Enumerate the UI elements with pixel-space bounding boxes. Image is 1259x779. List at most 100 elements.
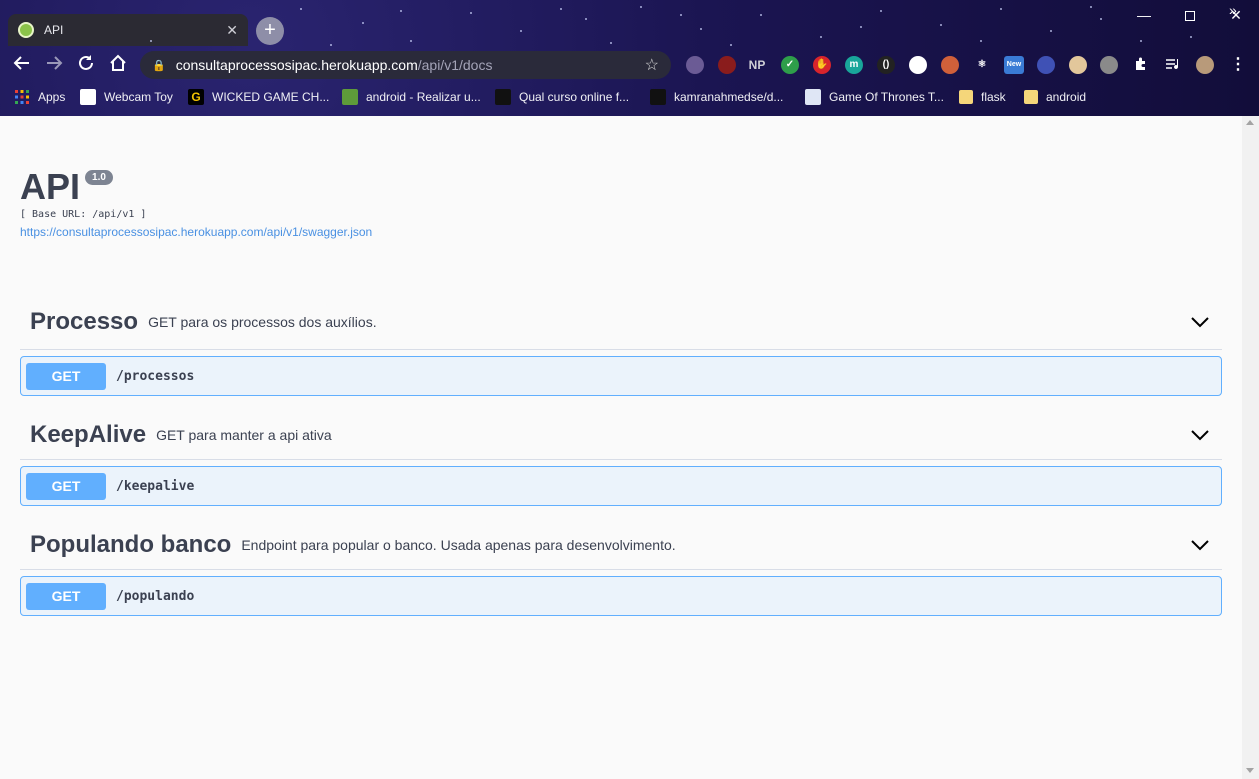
star-decoration — [700, 28, 702, 30]
chevron-down-icon[interactable] — [1188, 310, 1212, 334]
bookmark-label: WICKED GAME CH... — [212, 90, 330, 104]
star-decoration — [1140, 40, 1142, 42]
bookmark-label: android — [1046, 90, 1087, 104]
star-decoration — [1100, 18, 1102, 20]
reload-icon — [79, 55, 93, 70]
back-arrow-icon — [13, 56, 29, 70]
purple-orb-icon[interactable] — [686, 56, 704, 74]
tag-header[interactable]: Processo GET para os processos dos auxíli… — [20, 294, 1222, 350]
star-decoration — [860, 26, 862, 28]
swagger-json-link[interactable]: https://consultaprocessosipac.herokuapp.… — [20, 225, 372, 239]
close-tab-icon[interactable]: ✕ — [226, 22, 238, 39]
react-extension-icon[interactable]: ⚛ — [973, 56, 991, 74]
bookmark-item[interactable]: Webcam Toy — [80, 86, 173, 108]
bookmark-item[interactable]: Apps — [14, 86, 65, 108]
media-queue-icon[interactable] — [1164, 56, 1182, 74]
chevron-down-icon[interactable] — [1188, 423, 1212, 447]
star-decoration — [520, 30, 522, 32]
github-icon — [650, 89, 666, 105]
tag-description: GET para manter a api ativa — [156, 426, 332, 443]
translate-icon — [805, 89, 821, 105]
apps-grid-icon — [14, 89, 30, 105]
bookmark-label: Webcam Toy — [104, 90, 173, 104]
tag-header[interactable]: Populando banco Endpoint para popular o b… — [20, 520, 1222, 570]
tag-description: Endpoint para popular o banco. Usada ape… — [241, 536, 676, 553]
star-decoration — [1050, 30, 1052, 32]
star-decoration — [150, 40, 152, 42]
bookmark-label: Game Of Thrones T... — [829, 90, 944, 104]
bookmarks-overflow-icon[interactable]: » — [1229, 2, 1237, 18]
version-badge: 1.0 — [85, 170, 113, 185]
forward-button[interactable] — [42, 54, 66, 78]
home-button[interactable] — [106, 54, 130, 78]
tag-header[interactable]: KeepAlive GET para manter a api ativa — [20, 410, 1222, 460]
back-button[interactable] — [10, 54, 34, 78]
bracket-extension-icon[interactable]: () — [877, 56, 895, 74]
clock-extension-icon[interactable] — [909, 56, 927, 74]
scroll-up-arrow-icon[interactable] — [1246, 120, 1254, 125]
maximize-icon — [1185, 11, 1195, 22]
new-extension-icon[interactable]: New — [1004, 56, 1024, 74]
api-title-block: API 1.0 — [20, 166, 113, 208]
bookmark-item[interactable]: G WICKED GAME CH... — [188, 86, 329, 108]
bookmark-item[interactable]: Game Of Thrones T... — [805, 86, 944, 108]
profile-avatar-icon[interactable] — [1196, 56, 1214, 74]
star-decoration — [585, 18, 587, 20]
star-decoration — [1000, 8, 1002, 10]
star-decoration — [980, 40, 982, 42]
browser-menu-icon[interactable]: ⋮ — [1229, 56, 1247, 74]
star-decoration — [760, 14, 762, 16]
shield-check-icon[interactable]: ✓ — [781, 56, 799, 74]
operation-row[interactable]: GET/processos — [20, 356, 1222, 396]
http-method-badge: GET — [26, 362, 106, 390]
new-tab-button[interactable]: + — [256, 17, 284, 45]
bookmark-label: Apps — [38, 90, 66, 104]
star-decoration — [1090, 6, 1092, 8]
tag-section: Populando banco Endpoint para popular o b… — [20, 520, 1222, 616]
swagger-page: API 1.0 [ Base URL: /api/v1 ] https://co… — [0, 116, 1242, 779]
minimize-window-button[interactable]: — — [1121, 0, 1167, 30]
m-extension-icon[interactable]: m — [845, 56, 863, 74]
bookmark-star-icon[interactable]: ☆ — [645, 55, 659, 75]
circle-extension-icon[interactable] — [1037, 56, 1055, 74]
scroll-down-arrow-icon[interactable] — [1246, 768, 1254, 773]
operation-row[interactable]: GET/populando — [20, 576, 1222, 616]
stop-hand-icon[interactable]: ✋ — [813, 56, 831, 74]
url-path: /api/v1/docs — [417, 57, 493, 73]
drive-extension-icon[interactable] — [1100, 56, 1118, 74]
tag-name: KeepAlive — [30, 420, 147, 448]
bookmark-item[interactable]: android - Realizar u... — [342, 86, 481, 108]
star-decoration — [730, 44, 732, 46]
tag-name: Processo — [30, 307, 139, 335]
tab-favicon-icon — [18, 22, 34, 38]
bookmark-item[interactable]: Qual curso online f... — [495, 86, 629, 108]
np-extension-icon[interactable]: NP — [748, 56, 766, 74]
star-decoration — [610, 42, 612, 44]
avatar-extension-icon[interactable] — [941, 56, 959, 74]
reload-button[interactable] — [74, 54, 98, 78]
url-domain: consultaprocessosipac.herokuapp.com — [175, 57, 418, 73]
tag-section: KeepAlive GET para manter a api ativa GET /… — [20, 410, 1222, 506]
chat-extension-icon[interactable] — [718, 56, 736, 74]
bookmark-label: kamranahmedse/d... — [674, 90, 784, 104]
chevron-down-icon[interactable] — [1188, 533, 1212, 557]
api-title: API — [20, 166, 81, 207]
home-icon — [110, 54, 126, 71]
star-decoration — [1190, 36, 1192, 38]
puzzle-icon[interactable] — [1132, 56, 1150, 74]
bookmark-item[interactable]: kamranahmedse/d... — [650, 86, 783, 108]
github-icon — [495, 89, 511, 105]
star-decoration — [940, 24, 942, 26]
bookmark-item[interactable]: android — [1024, 86, 1086, 108]
star-decoration — [470, 12, 472, 14]
page-scrollbar[interactable] — [1242, 116, 1259, 779]
operation-row[interactable]: GET/keepalive — [20, 466, 1222, 506]
bookmarks-bar: Apps Webcam Toy G WICKED GAME CH... android … — [0, 86, 1259, 108]
wicked-game-icon: G — [188, 89, 204, 105]
address-bar[interactable]: 🔒 consultaprocessosipac.herokuapp.com/ap… — [140, 51, 671, 79]
face-extension-icon[interactable] — [1069, 56, 1087, 74]
bookmark-item[interactable]: flask — [959, 86, 1006, 108]
http-method-badge: GET — [26, 472, 106, 500]
maximize-window-button[interactable] — [1167, 0, 1213, 30]
browser-tab[interactable]: API ✕ — [8, 14, 248, 46]
